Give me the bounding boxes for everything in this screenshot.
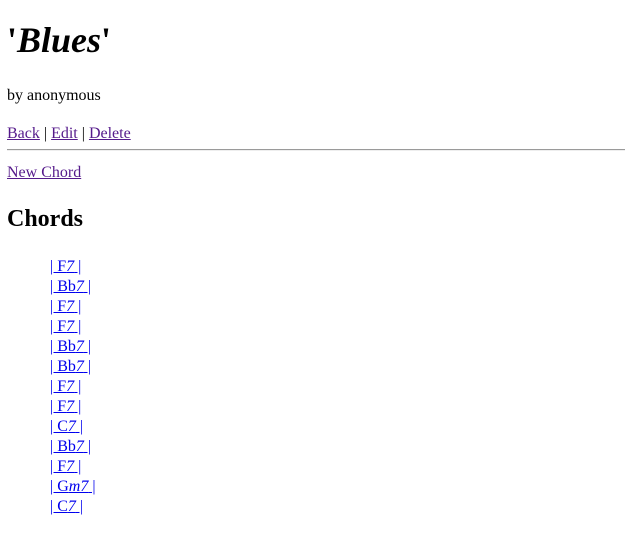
chord-item: | Bb7 |	[50, 437, 96, 457]
chord-link[interactable]: | F7 |	[50, 458, 81, 475]
chord-link[interactable]: | Gm7 |	[50, 478, 96, 495]
separator: |	[81, 125, 85, 142]
new-chord-link[interactable]: New Chord	[7, 164, 81, 181]
title-name: Blues	[17, 20, 102, 60]
chord-link[interactable]: | Bb7 |	[50, 278, 91, 295]
chord-link[interactable]: | F7 |	[50, 298, 81, 315]
author-byline: by anonymous	[7, 87, 101, 104]
chord-item: | F7 |	[50, 257, 96, 277]
chord-item: | Bb7 |	[50, 277, 96, 297]
chord-link[interactable]: | F7 |	[50, 318, 81, 335]
title-quote-open: '	[7, 20, 18, 60]
divider	[7, 149, 625, 151]
chord-item: | F7 |	[50, 397, 96, 417]
song-title: 'Blues'	[7, 18, 111, 62]
chord-item: | F7 |	[50, 377, 96, 397]
chord-link[interactable]: | F7 |	[50, 258, 81, 275]
delete-link[interactable]: Delete	[89, 125, 131, 142]
chord-link[interactable]: | C7 |	[50, 498, 83, 515]
chord-item: | C7 |	[50, 497, 96, 517]
chord-item: | F7 |	[50, 297, 96, 317]
edit-link[interactable]: Edit	[51, 125, 78, 142]
back-link[interactable]: Back	[7, 125, 40, 142]
chord-link[interactable]: | Bb7 |	[50, 438, 91, 455]
chord-item: | F7 |	[50, 457, 96, 477]
action-links: Back | Edit | Delete	[7, 124, 131, 144]
chord-link[interactable]: | Bb7 |	[50, 358, 91, 375]
chord-item: | Gm7 |	[50, 477, 96, 497]
chord-link[interactable]: | C7 |	[50, 418, 83, 435]
chord-item: | Bb7 |	[50, 357, 96, 377]
title-quote-close: '	[101, 20, 112, 60]
chord-item: | Bb7 |	[50, 337, 96, 357]
chord-item: | F7 |	[50, 317, 96, 337]
chord-link[interactable]: | Bb7 |	[50, 338, 91, 355]
separator: |	[43, 125, 48, 142]
new-chord-container: New Chord	[7, 163, 81, 183]
chords-heading: Chords	[7, 206, 84, 232]
chord-link[interactable]: | F7 |	[50, 378, 81, 395]
chord-list: | F7 | | Bb7 | | F7 | | F7 | | Bb7 | | B…	[50, 257, 96, 517]
chord-link[interactable]: | F7 |	[50, 398, 81, 415]
chord-item: | C7 |	[50, 417, 96, 437]
